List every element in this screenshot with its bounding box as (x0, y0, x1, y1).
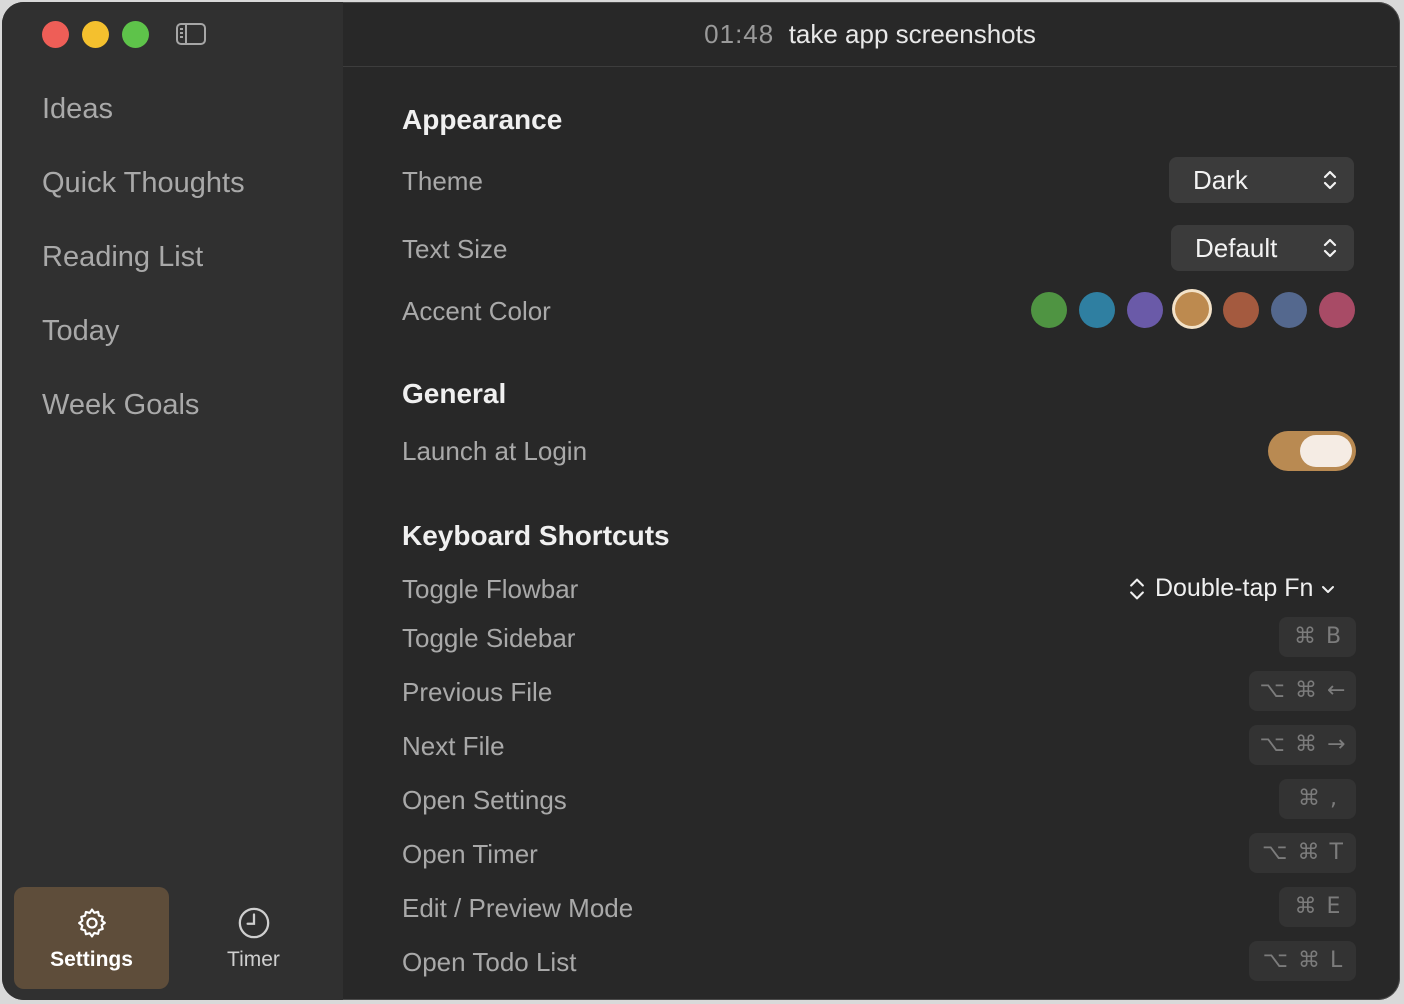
shortcut-key-recorder[interactable]: ⌘, (1279, 779, 1356, 819)
accent-color-swatch[interactable] (1271, 292, 1307, 328)
settings-pane: 01:48 take app screenshots Appearance Th… (343, 2, 1400, 1000)
shortcut-key: T (1329, 840, 1343, 865)
timer-readout: 01:48 (704, 19, 775, 49)
accent-color-swatch[interactable] (1319, 292, 1355, 328)
general-heading: General (402, 378, 507, 409)
shortcut-key: ⌥ (1262, 840, 1288, 865)
text-size-select[interactable]: Default (1171, 225, 1354, 271)
zoom-window-button[interactable] (122, 21, 149, 48)
sidebar-toggle-icon[interactable] (176, 23, 206, 45)
launch-at-login-toggle[interactable] (1268, 431, 1356, 471)
keyboard-shortcuts-heading: Keyboard Shortcuts (402, 520, 670, 551)
shortcut-key-recorder[interactable]: ⌥ ⌘ ← (1249, 671, 1356, 711)
tab-timer-label: Timer (227, 948, 280, 971)
shortcut-key: E (1326, 894, 1341, 919)
shortcut-key-recorder[interactable]: ⌘ B (1279, 617, 1356, 657)
shortcut-key: → (1326, 732, 1346, 757)
accent-color-swatch[interactable] (1223, 292, 1259, 328)
shortcut-key: ⌘ (1293, 624, 1316, 649)
up-down-chevron-icon (1130, 579, 1144, 600)
shortcut-key: , (1330, 786, 1337, 811)
tab-settings-label: Settings (50, 948, 133, 971)
sidebar-item-ideas[interactable]: Ideas (42, 93, 113, 126)
toggle-flowbar-picker[interactable]: Double-tap Fn (1126, 574, 1336, 606)
shortcut-label: Edit / Preview Mode (402, 893, 634, 923)
accent-color-label: Accent Color (402, 296, 551, 326)
shortcut-key: ⌘ (1298, 948, 1321, 973)
sidebar-item-quick-thoughts[interactable]: Quick Thoughts (42, 167, 245, 200)
shortcut-key-recorder[interactable]: ⌥ ⌘ → (1249, 725, 1356, 765)
shortcut-key-recorder[interactable]: ⌘ E (1279, 887, 1356, 927)
shortcut-label: Open Settings (402, 785, 567, 815)
chevron-down-icon (1322, 586, 1335, 594)
tab-timer[interactable]: Timer (176, 887, 331, 989)
shortcut-key: ⌘ (1298, 786, 1320, 811)
shortcut-key: ← (1326, 678, 1346, 703)
clock-icon (238, 907, 270, 939)
tab-settings[interactable]: Settings (14, 887, 169, 989)
shortcut-key: L (1330, 948, 1343, 973)
accent-color-swatch[interactable] (1031, 292, 1067, 328)
shortcut-key: B (1325, 624, 1342, 649)
appearance-heading: Appearance (402, 104, 563, 135)
app-window: Ideas Quick Thoughts Reading List Today … (2, 2, 1400, 1000)
accent-color-swatch[interactable] (1175, 292, 1209, 326)
shortcut-key: ⌘ (1297, 840, 1320, 865)
text-size-label: Text Size (402, 234, 508, 264)
accent-color-swatch[interactable] (1127, 292, 1163, 328)
theme-select-value: Dark (1193, 165, 1248, 195)
shortcut-key: ⌥ (1259, 732, 1285, 757)
shortcut-key-recorder[interactable]: ⌥ ⌘ L (1249, 941, 1356, 981)
shortcut-label: Open Todo List (402, 947, 577, 977)
toggle-flowbar-label: Toggle Flowbar (402, 574, 579, 604)
sidebar: Ideas Quick Thoughts Reading List Today … (2, 2, 343, 1000)
theme-label: Theme (402, 166, 483, 196)
shortcut-label: Next File (402, 731, 505, 761)
text-size-select-value: Default (1195, 233, 1278, 263)
up-down-chevron-icon (1323, 170, 1337, 190)
theme-select[interactable]: Dark (1169, 157, 1354, 203)
sidebar-item-today[interactable]: Today (42, 315, 119, 348)
accent-color-swatch[interactable] (1079, 292, 1115, 328)
shortcut-key: ⌘ (1294, 732, 1317, 757)
close-window-button[interactable] (42, 21, 69, 48)
shortcut-label: Open Timer (402, 839, 538, 869)
shortcut-key: ⌥ (1262, 948, 1289, 973)
shortcut-label: Toggle Sidebar (402, 623, 576, 653)
shortcut-key: ⌘ (1294, 894, 1317, 919)
minimize-window-button[interactable] (82, 21, 109, 48)
toggle-knob (1300, 435, 1352, 467)
up-down-chevron-icon (1323, 238, 1337, 258)
launch-at-login-label: Launch at Login (402, 436, 588, 466)
shortcut-key: ⌘ (1294, 678, 1317, 703)
shortcut-label: Previous File (402, 677, 553, 707)
shortcut-key: ⌥ (1259, 678, 1285, 703)
window-title: take app screenshots (788, 19, 1036, 49)
gear-icon (78, 908, 106, 938)
sidebar-item-week-goals[interactable]: Week Goals (42, 389, 199, 422)
title-bar: 01:48 take app screenshots (343, 2, 1397, 67)
toggle-flowbar-value: Double-tap Fn (1154, 574, 1314, 602)
sidebar-item-reading-list[interactable]: Reading List (42, 241, 203, 274)
shortcut-key-recorder[interactable]: ⌥ ⌘ T (1249, 833, 1356, 873)
